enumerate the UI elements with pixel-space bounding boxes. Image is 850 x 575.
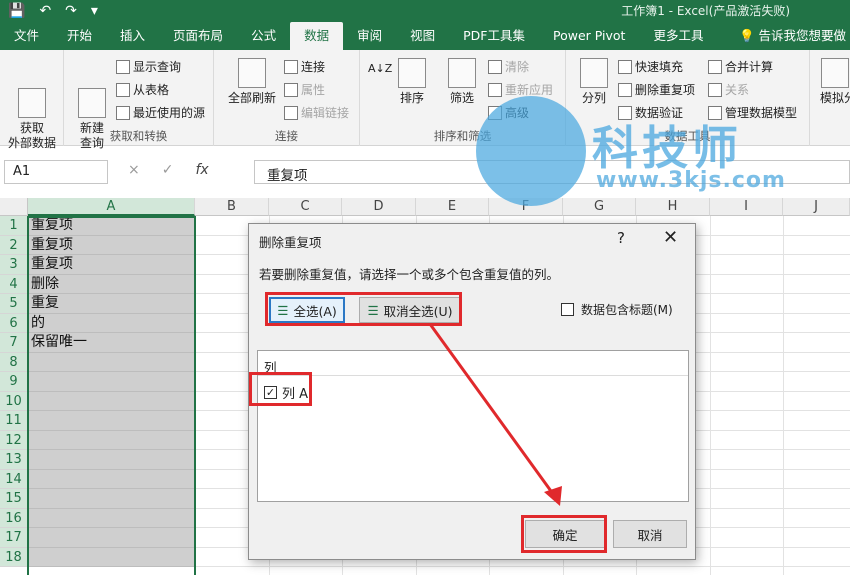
annotation-arrow (428, 323, 562, 506)
